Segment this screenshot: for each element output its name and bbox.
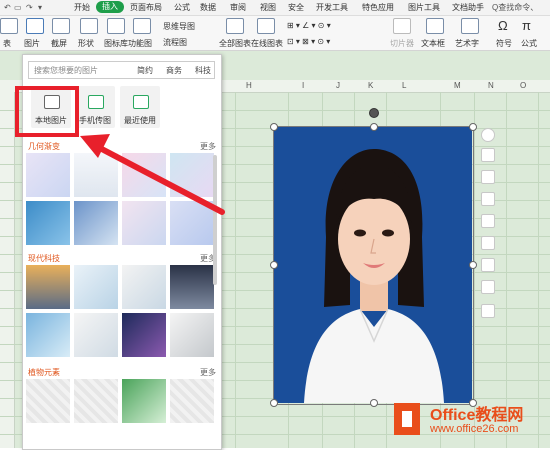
watermark: Office教程网 www.office26.com	[390, 397, 550, 441]
annotation-arrow	[80, 134, 225, 215]
office-logo-icon	[394, 403, 420, 435]
watermark-title: Office教程网	[430, 407, 524, 424]
watermark-url: www.office26.com	[430, 423, 519, 435]
